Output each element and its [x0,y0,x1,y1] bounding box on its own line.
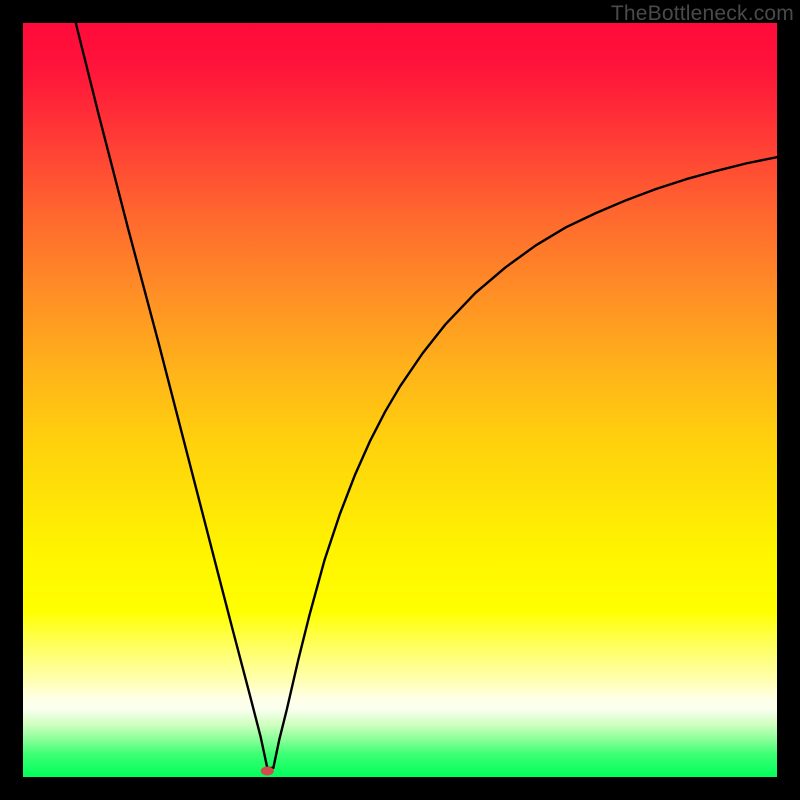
plot-area [23,23,777,777]
chart-svg [23,23,777,777]
bottleneck-curve [76,23,777,768]
watermark-text: TheBottleneck.com [611,2,794,26]
optimal-point-marker [261,766,274,775]
chart-frame: TheBottleneck.com [0,0,800,800]
